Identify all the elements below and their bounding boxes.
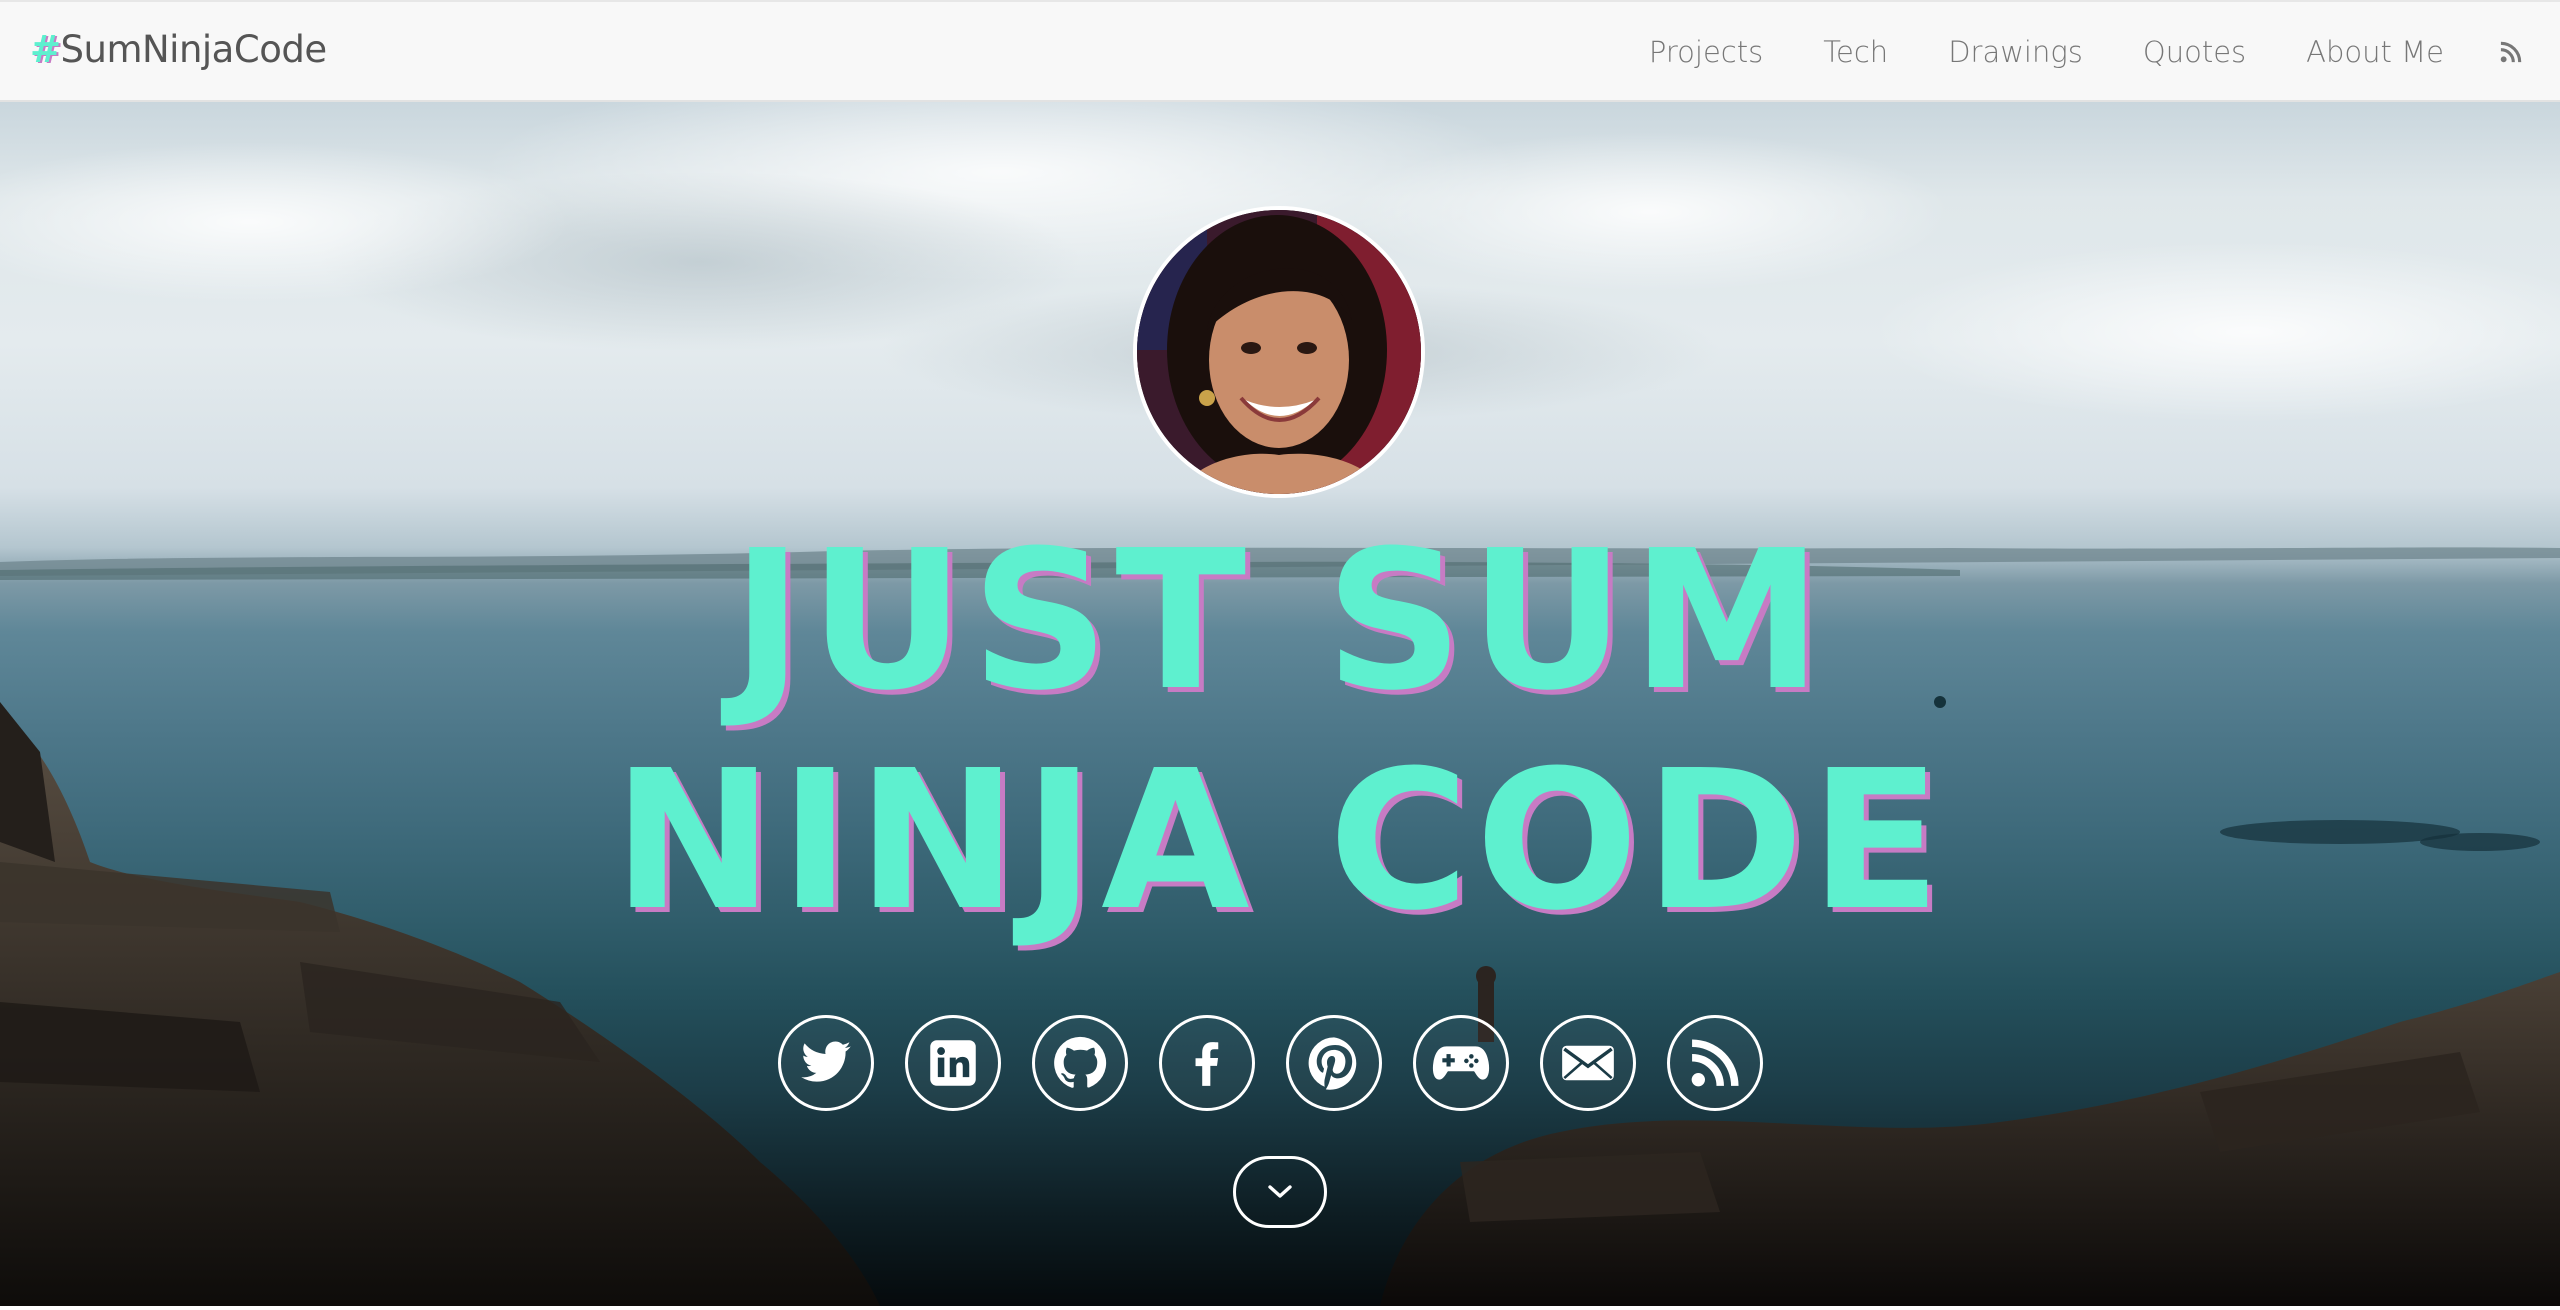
nav-link-drawings[interactable]: Drawings: [1918, 35, 2113, 69]
profile-avatar: [1133, 206, 1425, 498]
hero-banner: JUST SUM NINJA CODE: [0, 102, 2560, 1306]
linkedin-link[interactable]: [905, 1015, 1001, 1111]
linkedin-icon: [930, 1040, 976, 1086]
chevron-down-icon: [1268, 1185, 1292, 1198]
github-icon: [1054, 1036, 1107, 1088]
twitter-link[interactable]: [778, 1015, 874, 1111]
social-links: [778, 1015, 1782, 1115]
nav-link-quotes[interactable]: Quotes: [2113, 35, 2276, 69]
pinterest-icon: [1308, 1037, 1357, 1090]
nav-link-tech[interactable]: Tech: [1793, 35, 1918, 69]
brand-logo-link[interactable]: #SumNinjaCode: [30, 28, 327, 71]
hero-headline-line1: JUST SUM: [731, 510, 1829, 733]
email-link[interactable]: [1540, 1015, 1636, 1111]
rss-link[interactable]: [1667, 1015, 1763, 1111]
nav-link-about-me[interactable]: About Me: [2276, 35, 2474, 69]
nav-rss-link[interactable]: [2474, 41, 2560, 63]
email-icon: [1562, 1045, 1614, 1081]
gamepad-link[interactable]: [1413, 1015, 1509, 1111]
gamepad-icon: [1432, 1046, 1490, 1080]
rss-icon: [1691, 1039, 1739, 1087]
scroll-down-button[interactable]: [1233, 1156, 1327, 1228]
facebook-icon: [1195, 1042, 1219, 1086]
nav-links: Projects Tech Drawings Quotes About Me: [1619, 2, 2560, 102]
brand-name: SumNinjaCode: [60, 28, 328, 71]
rss-icon: [2500, 41, 2522, 63]
facebook-link[interactable]: [1159, 1015, 1255, 1111]
navbar: #SumNinjaCode Projects Tech Drawings Quo…: [0, 0, 2560, 102]
twitter-icon: [801, 1041, 851, 1082]
pinterest-link[interactable]: [1286, 1015, 1382, 1111]
github-link[interactable]: [1032, 1015, 1128, 1111]
profile-photo-icon: [1137, 210, 1421, 494]
brand-hash: #: [30, 28, 61, 71]
nav-link-projects[interactable]: Projects: [1619, 35, 1793, 69]
hero-headline-line2: NINJA CODE: [612, 730, 1948, 953]
page-bottom-edge: [0, 1306, 2560, 1310]
